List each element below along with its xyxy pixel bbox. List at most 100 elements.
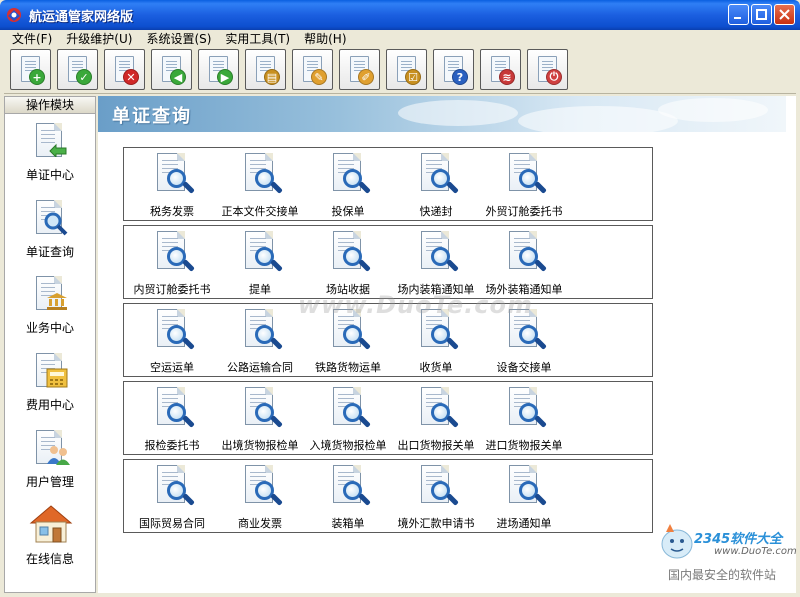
check-doc-button[interactable]: ☑	[386, 49, 427, 90]
doc-query-label: 外贸订舱委托书	[485, 205, 563, 218]
doc-query-item[interactable]: 出口货物报关单	[392, 382, 480, 454]
doc-query-item[interactable]: 快递封	[392, 148, 480, 220]
doc-search-icon	[155, 153, 195, 195]
site-logo: 2345软件大全 www.DuoTe.com 国内最安全的软件站	[654, 516, 797, 592]
close-button[interactable]	[774, 4, 795, 25]
users-doc-icon	[34, 430, 70, 468]
doc-search-icon	[243, 153, 283, 195]
sidebar-item-business[interactable]: 业务中心	[5, 272, 95, 346]
doc-query-item[interactable]: 提单	[216, 226, 304, 298]
doc-query-item[interactable]: 税务发票	[128, 148, 216, 220]
doc-query-item[interactable]: 空运运单	[128, 304, 216, 376]
edit-button[interactable]: ✎	[292, 49, 333, 90]
help-button[interactable]: ?	[433, 49, 474, 90]
doc-search-icon	[507, 387, 547, 429]
doc-search-icon	[331, 231, 371, 273]
edit-icon: ✎	[311, 69, 327, 85]
sidebar: 操作模块 单证中心 单证查询 业务中心 费用中心 用户管理 在线信息	[4, 96, 96, 593]
doc-query-item[interactable]: 商业发票	[216, 460, 304, 532]
help-icon: ?	[452, 69, 468, 85]
window-title: 航运通管家网络版	[29, 9, 134, 25]
confirm-icon: ✓	[76, 69, 92, 85]
bank-doc-icon	[34, 276, 68, 314]
logo-tagline: 国内最安全的软件站	[668, 568, 777, 582]
doc-search-icon	[155, 387, 195, 429]
house-icon	[29, 503, 73, 545]
main-panel: 单证查询 税务发票 正本文件交接单 投保单 快递封 外贸订舱委托书 内贸订舱委托书 提单 场站…	[98, 96, 797, 593]
bank-button[interactable]: ▤	[245, 49, 286, 90]
doc-search-icon	[331, 153, 371, 195]
exit-icon: ⏻	[546, 69, 562, 85]
menu-file[interactable]: 文件(F)	[4, 30, 59, 48]
doc-query-item[interactable]: 装箱单	[304, 460, 392, 532]
confirm-button[interactable]: ✓	[57, 49, 98, 90]
sidebar-item-fees[interactable]: 费用中心	[5, 349, 95, 423]
menu-help[interactable]: 帮助(H)	[297, 30, 353, 48]
sidebar-item-label: 用户管理	[25, 475, 74, 489]
logo-url: www.DuoTe.com	[714, 546, 797, 557]
doc-query-item[interactable]: 正本文件交接单	[216, 148, 304, 220]
delete-icon: ✕	[123, 69, 139, 85]
doc-query-item[interactable]: 出境货物报检单	[216, 382, 304, 454]
doc-query-label: 进场通知单	[496, 517, 552, 530]
back-button[interactable]: ◀	[151, 49, 192, 90]
doc-query-item[interactable]: 境外汇款申请书	[392, 460, 480, 532]
doc-center-icon	[34, 123, 68, 161]
doc-group: 国际贸易合同 商业发票 装箱单 境外汇款申请书进场通知单	[123, 459, 653, 533]
toolbar: + ✓ ✕ ◀ ▶ ▤ ✎ ✐ ☑? ≋ ⏻	[4, 48, 796, 94]
bank-icon: ▤	[264, 69, 280, 85]
exit-button[interactable]: ⏻	[527, 49, 568, 90]
doc-search-icon	[243, 387, 283, 429]
doc-query-item[interactable]: 入境货物报检单	[304, 382, 392, 454]
doc-query-item[interactable]: 进场通知单	[480, 460, 568, 532]
doc-group: 内贸订舱委托书 提单 场站收据 场内装箱通知单 场外装箱通知单	[123, 225, 653, 299]
mascot-icon	[661, 524, 693, 559]
chart-button[interactable]: ≋	[480, 49, 521, 90]
doc-search-icon	[419, 387, 459, 429]
minimize-icon	[734, 17, 741, 19]
doc-search-icon	[507, 465, 547, 507]
forward-button[interactable]: ▶	[198, 49, 239, 90]
doc-query-item[interactable]: 国际贸易合同	[128, 460, 216, 532]
doc-query-item[interactable]: 进口货物报关单	[480, 382, 568, 454]
doc-query-item[interactable]: 场外装箱通知单	[480, 226, 568, 298]
delete-button[interactable]: ✕	[104, 49, 145, 90]
doc-query-item[interactable]: 内贸订舱委托书	[128, 226, 216, 298]
doc-query-item[interactable]: 投保单	[304, 148, 392, 220]
calculator-doc-icon	[34, 353, 68, 391]
menu-settings[interactable]: 系统设置(S)	[139, 30, 218, 48]
doc-search-icon	[507, 153, 547, 195]
app-logo-icon	[5, 6, 23, 24]
menu-upgrade[interactable]: 升级维护(U)	[59, 30, 139, 48]
doc-search-icon	[155, 231, 195, 273]
maximize-button[interactable]	[751, 4, 772, 25]
minimize-button[interactable]	[728, 4, 749, 25]
doc-search-icon	[419, 153, 459, 195]
sidebar-item-users[interactable]: 用户管理	[5, 426, 95, 500]
doc-query-item[interactable]: 场内装箱通知单	[392, 226, 480, 298]
doc-query-label: 进口货物报关单	[485, 439, 563, 452]
doc-query-item[interactable]: 报检委托书	[128, 382, 216, 454]
sidebar-item-doc-center[interactable]: 单证中心	[5, 119, 95, 193]
check-doc-icon: ☑	[405, 69, 421, 85]
watermark: www.DuoTe.com	[298, 291, 533, 319]
sidebar-item-online[interactable]: 在线信息	[5, 503, 95, 577]
sidebar-item-label: 在线信息	[25, 552, 74, 566]
doc-query-item[interactable]: 外贸订舱委托书	[480, 148, 568, 220]
sidebar-item-label: 业务中心	[25, 321, 74, 335]
doc-group: 税务发票 正本文件交接单 投保单 快递封 外贸订舱委托书	[123, 147, 653, 221]
sidebar-item-label: 单证查询	[25, 245, 74, 259]
sidebar-header: 操作模块	[5, 97, 95, 114]
doc-search-icon	[34, 200, 68, 238]
doc-query-item[interactable]: 场站收据	[304, 226, 392, 298]
title-bar: 航运通管家网络版	[0, 0, 800, 30]
note-button[interactable]: ✐	[339, 49, 380, 90]
doc-query-label: 设备交接单	[496, 361, 552, 374]
sidebar-item-doc-search[interactable]: 单证查询	[5, 196, 95, 270]
doc-search-icon	[243, 465, 283, 507]
add-button[interactable]: +	[10, 49, 51, 90]
doc-query-item[interactable]: 公路运输合同	[216, 304, 304, 376]
back-icon: ◀	[170, 69, 186, 85]
menu-tools[interactable]: 实用工具(T)	[218, 30, 297, 48]
logo-site-name: 2345软件大全	[694, 532, 783, 547]
